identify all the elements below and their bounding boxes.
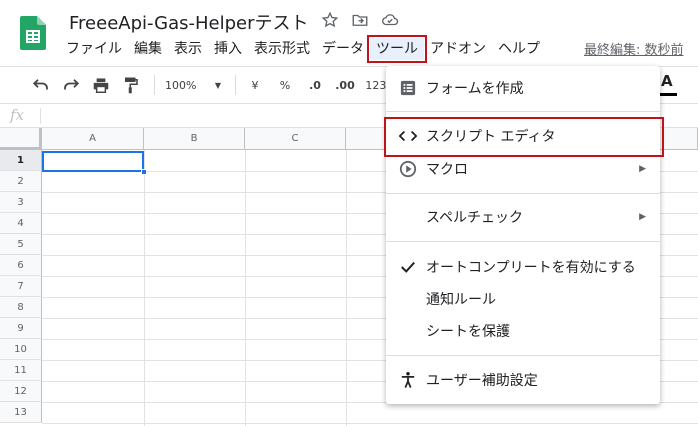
- document-title[interactable]: FreeeApi-Gas-Helperテスト: [69, 9, 309, 35]
- fx-icon: fx: [10, 106, 25, 124]
- print-icon[interactable]: [88, 73, 114, 97]
- menu-item-label: 通知ルール: [426, 292, 496, 308]
- row-header[interactable]: 1: [0, 150, 42, 171]
- menu-bar: ファイル 編集 表示 挿入 表示形式 データ ツール アドオン ヘルプ: [60, 35, 546, 63]
- submenu-arrow-icon: ▶: [639, 212, 646, 222]
- menu-divider: [386, 111, 660, 112]
- text-color-icon[interactable]: A: [661, 72, 673, 90]
- column-header-c[interactable]: C: [245, 128, 346, 150]
- play-circle-icon: [398, 159, 418, 179]
- row-header[interactable]: 2: [0, 171, 42, 192]
- toolbar-divider: [154, 75, 155, 95]
- menu-item-accessibility[interactable]: ユーザー補助設定: [386, 364, 660, 396]
- menu-item-spellcheck[interactable]: スペルチェック ▶: [386, 201, 660, 233]
- toolbar-divider: [235, 75, 236, 95]
- menu-help[interactable]: ヘルプ: [492, 38, 546, 60]
- undo-icon[interactable]: [28, 73, 54, 97]
- menu-item-label: オートコンプリートを有効にする: [426, 260, 636, 276]
- zoom-select[interactable]: 100% ▼: [161, 73, 225, 97]
- active-cell-a1[interactable]: [42, 151, 144, 172]
- more-formats-label: 123: [365, 78, 387, 92]
- menu-item-autocomplete[interactable]: オートコンプリートを有効にする: [386, 251, 660, 283]
- menu-item-macros[interactable]: マクロ ▶: [386, 153, 660, 185]
- accessibility-icon: [398, 370, 418, 390]
- formula-divider: [40, 108, 41, 124]
- menu-tools[interactable]: ツール: [367, 35, 427, 63]
- row-header[interactable]: 12: [0, 381, 42, 402]
- currency-format-button[interactable]: ¥: [242, 73, 268, 97]
- sheets-logo[interactable]: [20, 16, 46, 50]
- menu-divider: [386, 193, 660, 194]
- menu-item-label: スペルチェック: [426, 210, 524, 226]
- zoom-value: 100%: [165, 78, 197, 92]
- fill-handle[interactable]: [141, 169, 147, 175]
- paint-format-icon[interactable]: [118, 73, 144, 97]
- menu-item-create-form[interactable]: フォームを作成: [386, 72, 660, 104]
- annotation-highlight-box: [384, 117, 664, 157]
- submenu-arrow-icon: ▶: [639, 164, 646, 174]
- menu-divider: [386, 355, 660, 356]
- row-header[interactable]: 9: [0, 318, 42, 339]
- select-all-corner[interactable]: [0, 128, 42, 150]
- menu-divider: [386, 241, 660, 242]
- star-icon[interactable]: [320, 10, 340, 30]
- increase-decimal-button[interactable]: .00: [332, 73, 358, 97]
- row-header[interactable]: 8: [0, 297, 42, 318]
- menu-item-protect-sheet[interactable]: シートを保護: [386, 315, 660, 347]
- chevron-down-icon: ▼: [214, 80, 221, 90]
- menu-edit[interactable]: 編集: [128, 38, 168, 60]
- row-header[interactable]: 5: [0, 234, 42, 255]
- cloud-saved-icon[interactable]: [380, 10, 400, 30]
- menu-view[interactable]: 表示: [168, 38, 208, 60]
- grid-line: [42, 423, 698, 424]
- grid-line: [245, 150, 246, 426]
- menu-item-label: シートを保護: [426, 324, 510, 340]
- menu-format[interactable]: 表示形式: [248, 38, 316, 60]
- text-color-swatch: [659, 93, 677, 96]
- column-header-b[interactable]: B: [144, 128, 245, 150]
- row-header[interactable]: 11: [0, 360, 42, 381]
- grid-line: [144, 150, 145, 426]
- row-header[interactable]: 3: [0, 192, 42, 213]
- menu-item-notification-rules[interactable]: 通知ルール: [386, 283, 660, 315]
- row-header[interactable]: 13: [0, 402, 42, 423]
- menu-insert[interactable]: 挿入: [208, 38, 248, 60]
- form-icon: [398, 78, 418, 98]
- move-folder-icon[interactable]: [350, 10, 370, 30]
- menu-item-label: マクロ: [426, 162, 468, 178]
- row-header[interactable]: 4: [0, 213, 42, 234]
- menu-item-label: ユーザー補助設定: [426, 373, 538, 389]
- redo-icon[interactable]: [58, 73, 84, 97]
- menu-file[interactable]: ファイル: [60, 38, 128, 60]
- decrease-decimal-button[interactable]: .0: [302, 73, 328, 97]
- menu-data[interactable]: データ: [316, 38, 370, 60]
- check-icon: [398, 257, 418, 277]
- row-header[interactable]: 6: [0, 255, 42, 276]
- menu-addons[interactable]: アドオン: [424, 38, 492, 60]
- column-header-a[interactable]: A: [42, 128, 144, 150]
- grid-line: [346, 150, 347, 426]
- menu-item-label: フォームを作成: [426, 81, 524, 97]
- percent-format-button[interactable]: %: [272, 73, 298, 97]
- row-header[interactable]: 10: [0, 339, 42, 360]
- last-edit-link[interactable]: 最終編集: 数秒前: [584, 39, 684, 58]
- row-header[interactable]: 7: [0, 276, 42, 297]
